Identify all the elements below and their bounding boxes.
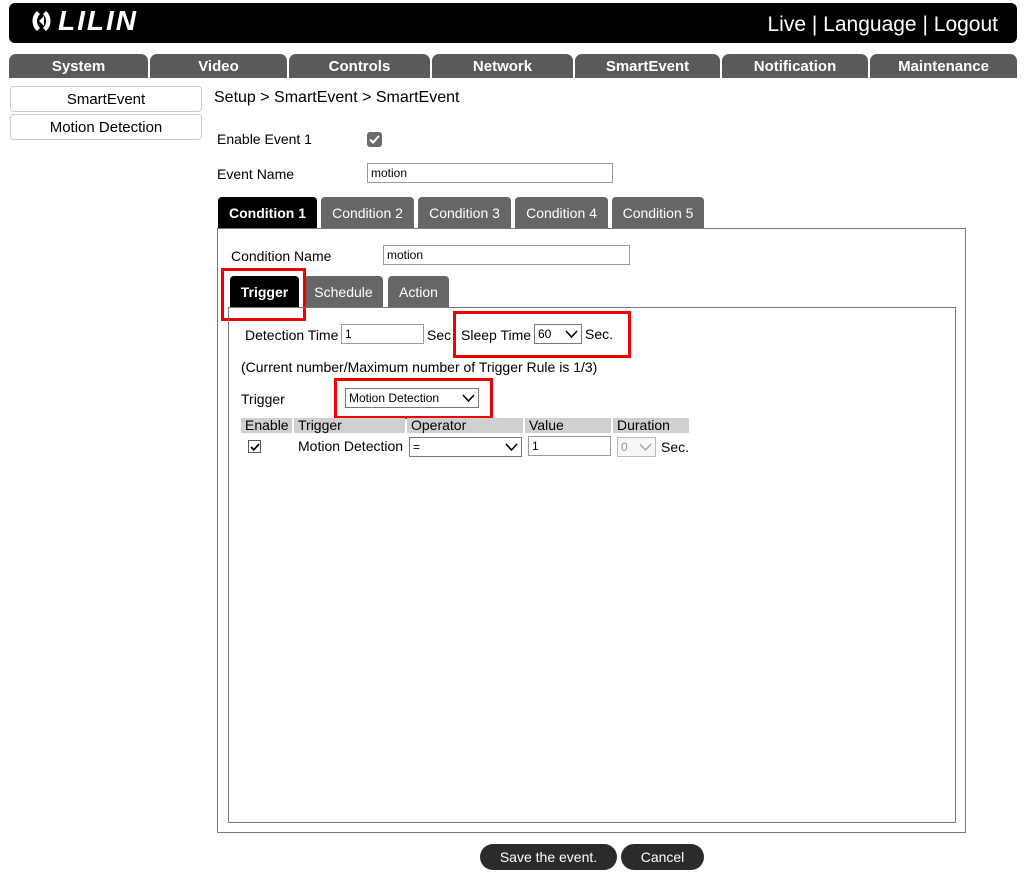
language-link[interactable]: Language <box>823 13 916 36</box>
nav-maintenance[interactable]: Maintenance <box>870 54 1017 78</box>
enable-event-checkbox[interactable] <box>367 132 382 147</box>
live-link[interactable]: Live <box>767 13 806 36</box>
nav-network[interactable]: Network <box>432 54 573 78</box>
tab-condition-3[interactable]: Condition 3 <box>418 197 511 228</box>
tab-condition-5[interactable]: Condition 5 <box>612 197 704 228</box>
rule-duration-value: 0 <box>621 440 628 454</box>
event-name-label: Event Name <box>217 166 295 182</box>
rule-operator-value: = <box>413 440 421 454</box>
sleep-time-label: Sleep Time <box>461 327 532 343</box>
nav-video[interactable]: Video <box>150 54 287 78</box>
column-header-duration: Duration <box>613 418 689 433</box>
link-separator: | <box>922 13 928 36</box>
rule-operator-select[interactable]: = <box>409 437 522 457</box>
enable-event-label: Enable Event 1 <box>217 131 312 147</box>
rule-duration-select: 0 <box>617 437 656 457</box>
detection-time-label: Detection Time <box>245 327 339 343</box>
detection-time-input[interactable] <box>341 324 424 344</box>
breadcrumb: Setup > SmartEvent > SmartEvent <box>214 89 460 106</box>
sleep-time-value: 60 <box>538 327 552 341</box>
chevron-down-icon <box>639 442 652 451</box>
trigger-rule-count: (Current number/Maximum number of Trigge… <box>241 359 598 375</box>
sidebar-item-motion-detection[interactable]: Motion Detection <box>10 114 202 140</box>
sleep-time-select[interactable]: 60 <box>534 324 582 344</box>
tab-condition-1[interactable]: Condition 1 <box>218 197 317 228</box>
checkmark-icon <box>249 442 260 451</box>
tab-action[interactable]: Action <box>388 276 449 307</box>
sleep-time-unit: Sec. <box>585 326 614 342</box>
event-name-input[interactable] <box>367 163 613 183</box>
rule-trigger-name: Motion Detection <box>298 438 404 454</box>
logo-text: LILIN <box>58 5 138 36</box>
chevron-down-icon <box>565 329 578 338</box>
logo-mark-icon <box>32 11 51 31</box>
rule-duration-unit: Sec. <box>661 439 690 455</box>
link-separator: | <box>811 13 818 36</box>
nav-smartevent[interactable]: SmartEvent <box>575 54 720 78</box>
nav-notification[interactable]: Notification <box>722 54 868 78</box>
checkmark-icon <box>369 135 380 144</box>
top-links: Live | Language | Logout <box>767 13 998 37</box>
column-header-enable: Enable <box>241 418 292 433</box>
trigger-label: Trigger <box>241 391 285 407</box>
trigger-type-select[interactable]: Motion Detection <box>345 388 479 408</box>
tab-schedule[interactable]: Schedule <box>304 276 383 307</box>
sidebar-item-smartevent[interactable]: SmartEvent <box>10 86 202 112</box>
condition-name-label: Condition Name <box>231 248 332 264</box>
chevron-down-icon <box>462 393 475 402</box>
tab-condition-2[interactable]: Condition 2 <box>321 197 414 228</box>
rule-enable-checkbox[interactable] <box>248 440 261 453</box>
nav-controls[interactable]: Controls <box>289 54 430 78</box>
cancel-button[interactable]: Cancel <box>621 844 704 870</box>
trigger-type-value: Motion Detection <box>349 391 440 405</box>
column-header-trigger: Trigger <box>294 418 405 433</box>
column-header-value: Value <box>525 418 611 433</box>
lilin-logo: LILIN <box>28 5 138 36</box>
detection-time-unit: Sec. <box>427 327 452 343</box>
tab-condition-4[interactable]: Condition 4 <box>515 197 608 228</box>
condition-name-input[interactable] <box>383 245 630 265</box>
chevron-down-icon <box>505 442 518 451</box>
logout-link[interactable]: Logout <box>934 13 998 36</box>
column-header-operator: Operator <box>407 418 523 433</box>
rule-value-input[interactable] <box>528 436 611 456</box>
save-event-button[interactable]: Save the event. <box>480 844 617 870</box>
nav-system[interactable]: System <box>9 54 148 78</box>
